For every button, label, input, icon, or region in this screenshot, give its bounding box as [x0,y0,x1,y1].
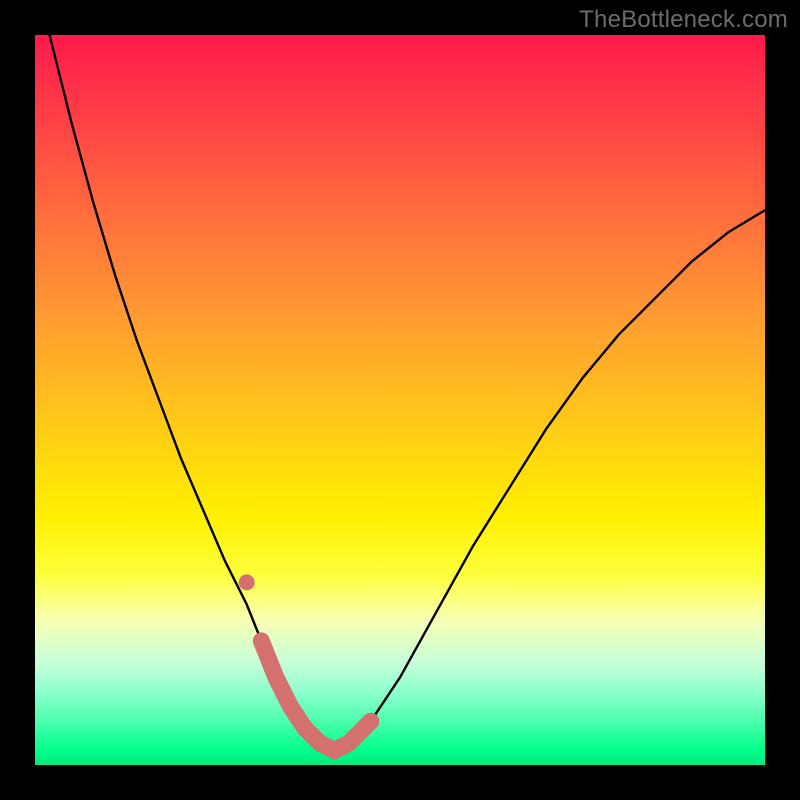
plot-area [35,35,765,765]
curve-marker-dot [239,574,255,590]
curve-left [50,35,335,750]
bottleneck-curve [35,35,765,765]
curve-highlight [261,641,371,751]
watermark-text: TheBottleneck.com [579,6,788,34]
curve-right [334,210,765,750]
chart-frame: TheBottleneck.com [0,0,800,800]
